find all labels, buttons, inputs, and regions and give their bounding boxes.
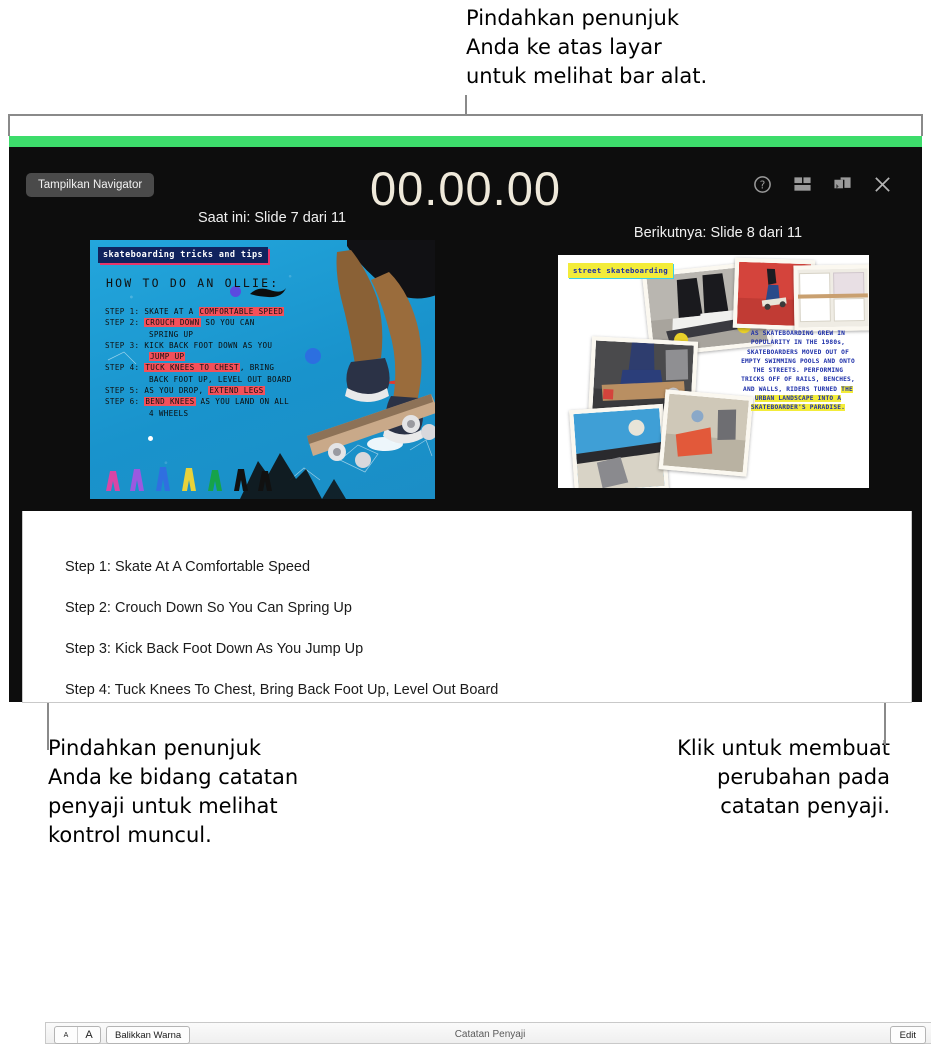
photo-notebook <box>793 264 869 332</box>
slide-step-label: STEP 5: <box>105 386 145 396</box>
slide-step-line: 4 WHEELS <box>105 408 310 419</box>
slide-step-line: STEP 1: SKATE AT A COMFORTABLE SPEED <box>105 306 310 317</box>
slide-step-text: KICK BACK FOOT DOWN AS YOU <box>144 340 273 350</box>
callout-notes-hint: Pindahkan penunjuk Anda ke bidang catata… <box>48 736 299 847</box>
increase-font-button[interactable]: A <box>77 1027 100 1043</box>
slide-step-highlight: CROUCH DOWN <box>144 318 201 328</box>
slide-step-label: STEP 6: <box>105 397 145 407</box>
slide-steps-list: STEP 1: SKATE AT A COMFORTABLE SPEED STEP… <box>105 306 310 419</box>
svg-text:?: ? <box>760 180 766 192</box>
callout-toolbar-hint: Pindahkan penunjuk Anda ke atas layar un… <box>466 6 708 88</box>
slide-step-highlight: COMFORTABLE SPEED <box>198 307 285 316</box>
font-size-segmented-control[interactable]: A A <box>54 1026 101 1044</box>
slide-step-line: SPRING UP <box>105 329 310 340</box>
presenter-notes-list[interactable]: Step 1: Skate At A Comfortable Speed Step… <box>23 533 911 701</box>
next-slide-title-badge: street skateboarding <box>568 263 673 278</box>
next-slide-thumbnail[interactable]: street skateboarding AS SKATEBOARDING GR… <box>558 255 869 488</box>
slide-step-line: STEP 2: CROUCH DOWN SO YOU CAN <box>105 317 310 328</box>
presenter-note-line: Step 4: Tuck Knees To Chest, Bring Back … <box>65 682 499 698</box>
slide-step-label: STEP 1: <box>105 307 145 316</box>
slide-step-text: , BRING <box>239 363 275 373</box>
slide-step-text: SO YOU CAN <box>200 318 255 328</box>
slide-step-text: AS YOU DROP, <box>144 386 209 396</box>
close-icon[interactable] <box>873 175 892 194</box>
callout-bracket-left-drop <box>8 114 10 136</box>
presenter-note-line: Step 2: Crouch Down So You Can Spring Up <box>65 600 352 616</box>
edit-notes-button[interactable]: Edit <box>889 1026 926 1044</box>
callout-edit-hint: Klik untuk membuat perubahan pada catata… <box>677 736 890 818</box>
current-slide-label: Saat ini: Slide 7 dari 11 <box>197 210 347 226</box>
slide-step-highlight: BEND KNEES <box>144 397 196 407</box>
invert-colors-button[interactable]: Balikkan Warna <box>106 1026 191 1044</box>
current-slide-thumbnail[interactable]: skateboarding tricks and tips HOW TO DO … <box>90 240 435 499</box>
slide-step-line: BACK FOOT UP, LEVEL OUT BOARD <box>105 374 310 385</box>
slide-step-label: STEP 4: <box>105 363 145 373</box>
slide-step-highlight: JUMP UP <box>149 352 186 362</box>
green-accent-bar <box>9 136 922 147</box>
presenter-notes-pane: Catatan Penyaji A A Balikkan Warna Edit … <box>22 511 931 1044</box>
layout-icon[interactable] <box>793 175 812 194</box>
slide-heading: HOW TO DO AN OLLIE: <box>106 276 280 290</box>
next-slide-body-plain: AS SKATEBOARDING GREW IN POPULARITY IN T… <box>741 330 855 393</box>
swap-displays-icon[interactable] <box>833 175 852 194</box>
slide-step-label: STEP 3: <box>105 340 145 350</box>
callout-bracket-stem <box>465 95 467 115</box>
presenter-note-line: Step 3: Kick Back Foot Down As You Jump … <box>65 641 364 657</box>
crowd-figures <box>106 467 272 491</box>
slide-step-text: 4 WHEELS <box>149 408 189 418</box>
slide-step-line: JUMP UP <box>105 351 310 362</box>
help-icon[interactable]: ? <box>753 175 772 194</box>
slide-step-line: STEP 6: BEND KNEES AS YOU LAND ON ALL <box>105 396 310 407</box>
slide-title-badge: skateboarding tricks and tips <box>98 247 269 263</box>
slide-step-highlight: EXTEND LEGS <box>208 386 265 396</box>
toolbar-icon-group: ? <box>753 175 892 194</box>
slide-step-highlight: TUCK KNEES TO CHEST <box>144 363 240 373</box>
next-slide-label: Berikutnya: Slide 8 dari 11 <box>633 225 803 241</box>
skater-illustration <box>307 240 435 468</box>
presenter-notes-toolbar: Catatan Penyaji A A Balikkan Warna Edit <box>45 1022 931 1044</box>
slide-step-line: STEP 4: TUCK KNEES TO CHEST, BRING <box>105 362 310 373</box>
slide-step-line: STEP 3: KICK BACK FOOT DOWN AS YOU <box>105 340 310 351</box>
annotated-screenshot: Pindahkan penunjuk Anda ke atas layar un… <box>0 0 931 1044</box>
presenter-note-line: Step 1: Skate At A Comfortable Speed <box>65 559 311 575</box>
slide-step-text: BACK FOOT UP, LEVEL OUT BOARD <box>149 374 292 384</box>
next-slide-body-text: AS SKATEBOARDING GREW IN POPULARITY IN T… <box>740 329 856 413</box>
slide-step-text: AS YOU LAND ON ALL <box>195 397 290 407</box>
slide-step-text: SPRING UP <box>149 329 194 339</box>
slide-step-label: STEP 2: <box>105 318 145 328</box>
slide-step-line: STEP 5: AS YOU DROP, EXTEND LEGS <box>105 385 310 396</box>
decrease-font-button[interactable]: A <box>55 1027 77 1043</box>
slide-step-text: SKATE AT A <box>144 307 199 316</box>
photo-blue-ramp <box>569 403 669 488</box>
callout-bracket-right-drop <box>921 114 923 136</box>
